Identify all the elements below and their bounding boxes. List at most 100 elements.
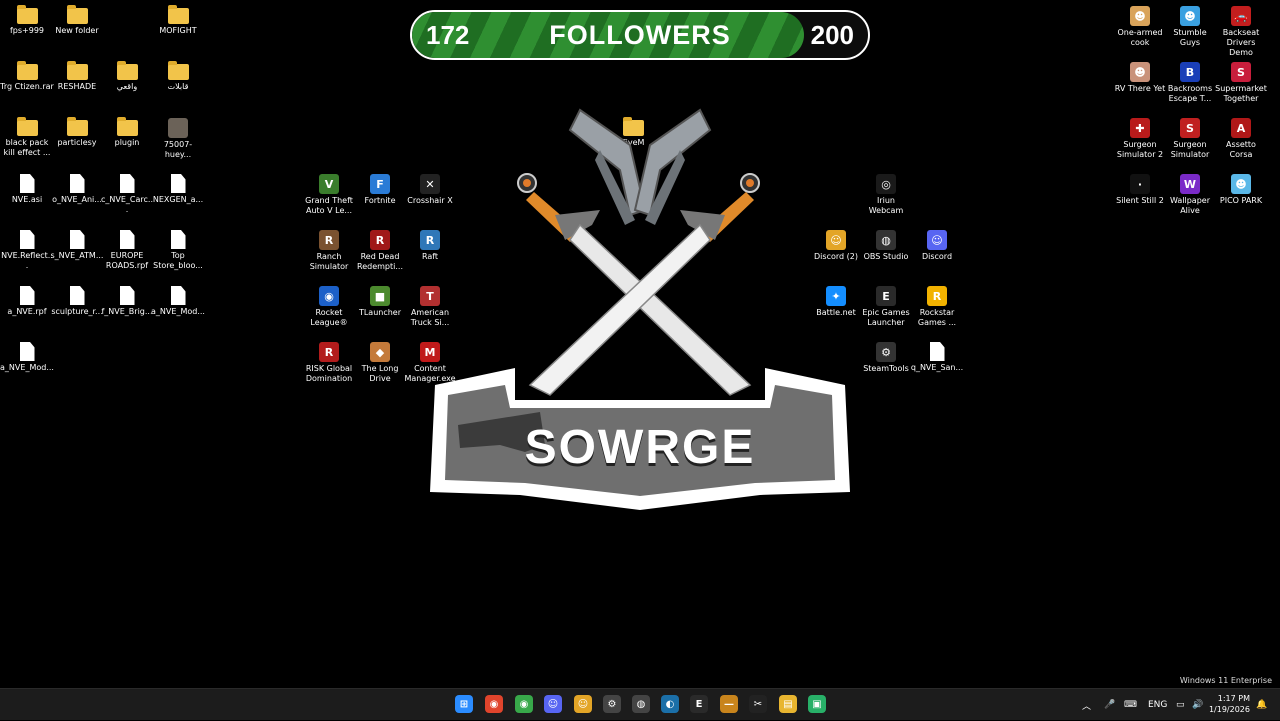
desktop-icon-label: q_NVE_San... bbox=[910, 363, 964, 372]
desktop-icon-label: a_NVE_Mod... bbox=[0, 363, 54, 372]
desktop-icon-label: Ranch Simulator bbox=[309, 252, 349, 271]
desktop-icon[interactable]: S Surgeon Simulator bbox=[1163, 114, 1217, 160]
desktop-icon-label: Top Store_bloo... bbox=[153, 251, 203, 270]
desktop-icon[interactable]: W Wallpaper Alive bbox=[1163, 170, 1217, 216]
desktop-icon-label: a_NVE.rpf bbox=[7, 307, 47, 316]
volume-icon[interactable]: 🔊 bbox=[1192, 689, 1203, 721]
app-icon: ◍ bbox=[876, 230, 896, 250]
taskbar-file-explorer-icon[interactable]: ▤ bbox=[779, 695, 797, 713]
desktop-icon[interactable]: 🚗 Backseat Drivers Demo bbox=[1214, 2, 1268, 58]
desktop-icon[interactable]: sculpture_r... bbox=[50, 282, 104, 317]
desktop-icon[interactable]: ☻ One-armed cook bbox=[1113, 2, 1167, 48]
file-icon bbox=[929, 342, 945, 361]
desktop-icon[interactable]: A Assetto Corsa bbox=[1214, 114, 1268, 160]
desktop-icon-label: Silent Still 2 bbox=[1116, 196, 1164, 205]
app-icon: ◉ bbox=[319, 286, 339, 306]
desktop-icon[interactable]: ☺ Discord bbox=[910, 226, 964, 262]
microphone-icon[interactable]: 🎤 bbox=[1104, 689, 1115, 721]
logo-text: SOWRGE bbox=[524, 421, 756, 474]
desktop-icon[interactable]: black pack kill effect ... bbox=[0, 114, 54, 158]
desktop-icon[interactable]: واقعي bbox=[100, 58, 154, 92]
desktop-icon[interactable]: F Fortnite bbox=[353, 170, 407, 206]
desktop-icon[interactable]: V Grand Theft Auto V Le... bbox=[302, 170, 356, 216]
desktop-icon[interactable]: a_NVE.rpf bbox=[0, 282, 54, 317]
desktop-icon[interactable]: NEXGEN_a... bbox=[151, 170, 205, 205]
clock[interactable]: 1:17 PM 1/19/2026 bbox=[1209, 693, 1250, 715]
desktop-icon[interactable]: · Silent Still 2 bbox=[1113, 170, 1167, 206]
desktop-icon[interactable]: ☻ Stumble Guys bbox=[1163, 2, 1217, 48]
desktop-icon[interactable]: RESHADE bbox=[50, 58, 104, 92]
taskbar-epic-icon[interactable]: E bbox=[690, 695, 708, 713]
desktop-icon[interactable]: ☻ RV There Yet bbox=[1113, 58, 1167, 94]
desktop-icon[interactable]: MOFIGHT bbox=[151, 2, 205, 36]
app-icon: ◎ bbox=[876, 174, 896, 194]
desktop-icon[interactable]: fps+999 bbox=[0, 2, 54, 36]
show-hidden-icons[interactable]: ︿ bbox=[1082, 689, 1091, 721]
desktop-icon[interactable]: particlesy bbox=[50, 114, 104, 148]
desktop-icon[interactable]: s_NVE_ATM... bbox=[50, 226, 104, 261]
desktop-icon[interactable]: o_NVE_Ani... bbox=[50, 170, 104, 205]
desktop-icon[interactable]: ■ TLauncher bbox=[353, 282, 407, 318]
taskbar-capcut-icon[interactable]: ✂ bbox=[749, 695, 767, 713]
desktop-icon[interactable]: 75007-huey... bbox=[151, 114, 205, 160]
language-indicator[interactable]: ENG bbox=[1148, 689, 1167, 721]
desktop-icon[interactable]: ◆ The Long Drive bbox=[353, 338, 407, 384]
taskbar-chrome-2-icon[interactable]: ◉ bbox=[515, 695, 533, 713]
desktop-icon[interactable]: NVE.asi bbox=[0, 170, 54, 205]
desktop-icon[interactable]: f_NVE_Brig... bbox=[100, 282, 154, 317]
desktop-icon-label: Rockstar Games ... bbox=[917, 308, 957, 327]
desktop-icon[interactable]: EUROPE ROADS.rpf bbox=[100, 226, 154, 271]
desktop-icon[interactable]: a_NVE_Mod... bbox=[151, 282, 205, 317]
desktop-icon[interactable]: Top Store_bloo... bbox=[151, 226, 205, 271]
desktop-icon[interactable]: NVE.Reflect... bbox=[0, 226, 54, 271]
desktop-icon[interactable]: R Red Dead Redempti... bbox=[353, 226, 407, 272]
desktop-icon-label: Backseat Drivers Demo bbox=[1222, 28, 1260, 57]
taskbar-discord-icon[interactable]: ☺ bbox=[544, 695, 562, 713]
desktop-icon[interactable]: ◍ OBS Studio bbox=[859, 226, 913, 262]
taskbar-chrome-icon[interactable]: ◉ bbox=[485, 695, 503, 713]
taskbar-obs-icon[interactable]: ◍ bbox=[632, 695, 650, 713]
app-icon: ■ bbox=[370, 286, 390, 306]
desktop-icon[interactable]: S Supermarket Together bbox=[1214, 58, 1268, 104]
app-icon: ☻ bbox=[1130, 62, 1150, 82]
taskbar-start-icon[interactable]: ⊞ bbox=[455, 695, 473, 713]
desktop-icon[interactable]: ☻ PICO PARK bbox=[1214, 170, 1268, 206]
app-icon: W bbox=[1180, 174, 1200, 194]
desktop-icon[interactable]: ⚙ SteamTools bbox=[859, 338, 913, 374]
desktop-icon[interactable]: R Ranch Simulator bbox=[302, 226, 356, 272]
app-icon: A bbox=[1231, 118, 1251, 138]
desktop-icon[interactable]: New folder bbox=[50, 2, 104, 36]
keyboard-icon[interactable]: ⌨ bbox=[1124, 689, 1137, 721]
taskbar-app-green-icon[interactable]: ▣ bbox=[808, 695, 826, 713]
app-icon: R bbox=[319, 230, 339, 250]
desktop-icon[interactable]: ◎ Iriun Webcam bbox=[859, 170, 913, 216]
desktop-icon[interactable]: plugin bbox=[100, 114, 154, 148]
desktop-icon[interactable]: قابلات bbox=[151, 58, 205, 92]
network-icon[interactable]: ▭ bbox=[1176, 689, 1185, 721]
notification-icon[interactable]: 🔔 bbox=[1256, 689, 1267, 721]
taskbar-app-line-icon[interactable]: — bbox=[720, 695, 738, 713]
desktop-icon-label: RISK Global Domination bbox=[305, 364, 353, 383]
desktop-icon[interactable]: R Rockstar Games ... bbox=[910, 282, 964, 328]
desktop-icon-label: black pack kill effect ... bbox=[3, 138, 51, 157]
desktop-icon[interactable]: q_NVE_San... bbox=[910, 338, 964, 373]
desktop-icon[interactable]: ◉ Rocket League® bbox=[302, 282, 356, 328]
desktop-icon[interactable]: R RISK Global Domination bbox=[302, 338, 356, 384]
desktop-icon[interactable]: ✚ Surgeon Simulator 2 bbox=[1113, 114, 1167, 160]
desktop-icon[interactable]: a_NVE_Mod... bbox=[0, 338, 54, 373]
desktop-icon-label: RESHADE bbox=[57, 82, 97, 91]
desktop-icon[interactable]: B Backrooms Escape T... bbox=[1163, 58, 1217, 104]
taskbar-steam-tools-icon[interactable]: ⚙ bbox=[603, 695, 621, 713]
desktop-icon-label: RV There Yet bbox=[1114, 84, 1166, 93]
desktop-icon-label: f_NVE_Brig... bbox=[101, 307, 153, 316]
folder-icon bbox=[66, 61, 88, 80]
desktop-icon[interactable]: Trg Ctizen.rar bbox=[0, 58, 54, 92]
file-icon bbox=[19, 286, 35, 305]
desktop-icon[interactable]: c_NVE_Carc... bbox=[100, 170, 154, 215]
desktop-icon[interactable]: E Epic Games Launcher bbox=[859, 282, 913, 328]
taskbar-steam-icon[interactable]: ◐ bbox=[661, 695, 679, 713]
clock-date: 1/19/2026 bbox=[1208, 705, 1250, 714]
desktop-icon-label: New folder bbox=[55, 26, 99, 35]
taskbar-discord-2-icon[interactable]: ☺ bbox=[574, 695, 592, 713]
follower-goal-bar: 172 FOLLOWERS 200 bbox=[410, 10, 870, 60]
